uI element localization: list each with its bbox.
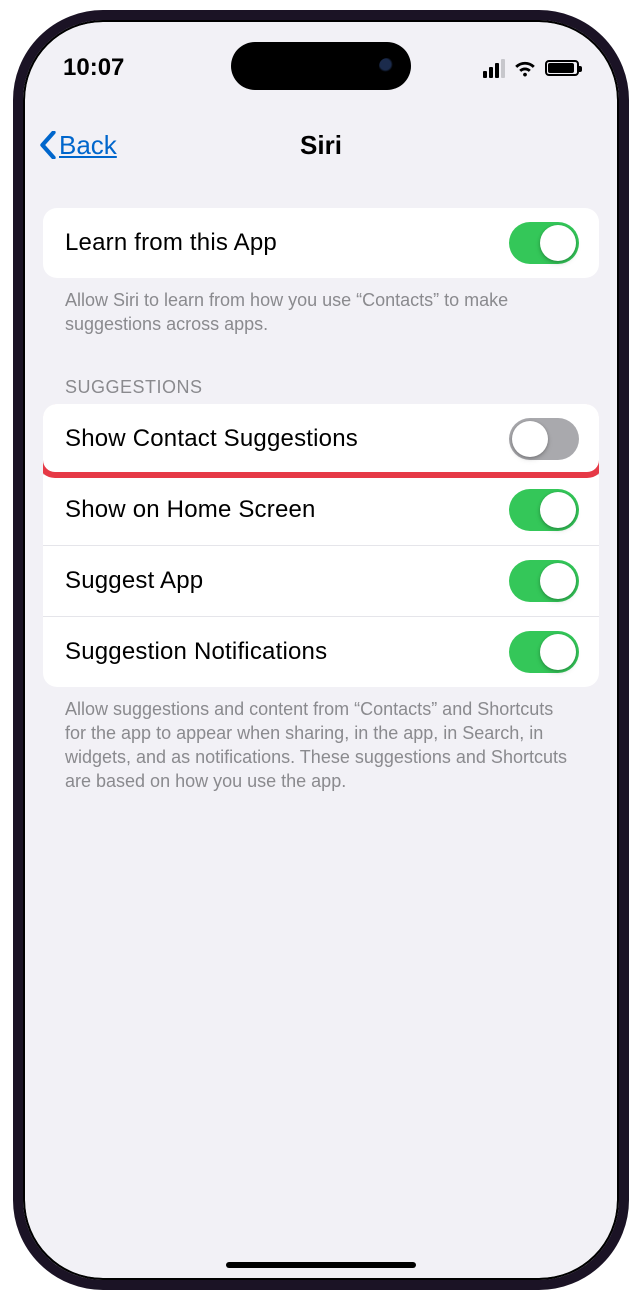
nav-bar: Back Siri (23, 120, 619, 170)
back-button[interactable]: Back (39, 130, 117, 161)
row-label: Show Contact Suggestions (65, 425, 358, 453)
row-label: Suggest App (65, 567, 203, 595)
front-camera-icon (379, 58, 395, 74)
group-header-suggestions: SUGGESTIONS (43, 377, 599, 404)
row-show-on-home-screen[interactable]: Show on Home Screen (43, 474, 599, 545)
row-learn-from-app[interactable]: Learn from this App (43, 208, 599, 278)
group-footer-suggestions: Allow suggestions and content from “Cont… (43, 687, 599, 794)
toggle-suggestion-notifications[interactable] (509, 631, 579, 673)
group-footer-learn: Allow Siri to learn from how you use “Co… (43, 278, 599, 337)
toggle-learn-from-app[interactable] (509, 222, 579, 264)
dynamic-island (231, 42, 411, 90)
row-suggestion-notifications[interactable]: Suggestion Notifications (43, 616, 599, 687)
back-label: Back (59, 130, 117, 161)
row-label: Learn from this App (65, 229, 277, 257)
wifi-icon (513, 58, 537, 78)
toggle-show-contact-suggestions[interactable] (509, 418, 579, 460)
toggle-show-on-home-screen[interactable] (509, 489, 579, 531)
cellular-signal-icon (483, 59, 505, 78)
group-suggestions: SUGGESTIONS Show Contact Suggestions Sho… (43, 377, 599, 794)
battery-icon (545, 60, 579, 76)
row-show-contact-suggestions[interactable]: Show Contact Suggestions (43, 404, 599, 474)
group-learn: Learn from this App Allow Siri to learn … (43, 208, 599, 337)
row-label: Show on Home Screen (65, 496, 316, 524)
toggle-suggest-app[interactable] (509, 560, 579, 602)
row-suggest-app[interactable]: Suggest App (43, 545, 599, 616)
home-indicator[interactable] (226, 1262, 416, 1268)
settings-scroll-area[interactable]: Learn from this App Allow Siri to learn … (23, 190, 619, 1280)
row-label: Suggestion Notifications (65, 638, 327, 666)
status-time: 10:07 (63, 54, 124, 82)
iphone-frame: 10:07 Back Siri (13, 10, 629, 1290)
chevron-left-icon (39, 131, 57, 159)
